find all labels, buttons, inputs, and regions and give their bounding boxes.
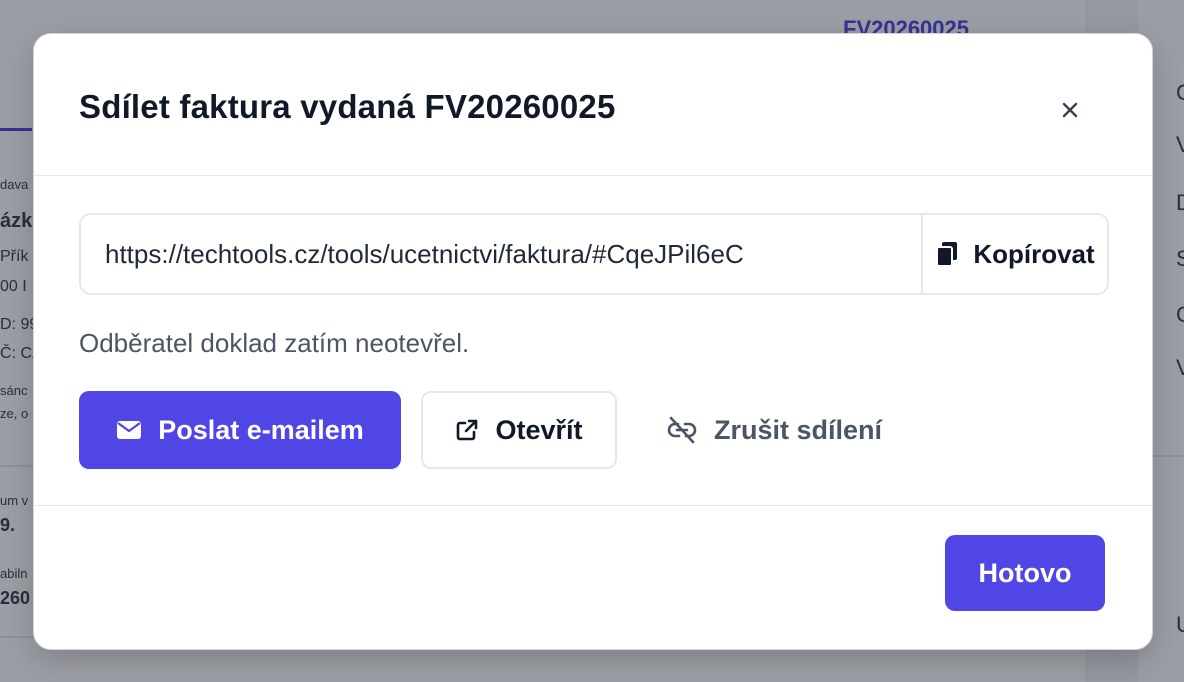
copy-button[interactable]: Kopírovat [921,215,1107,293]
open-button[interactable]: Otevřít [421,391,617,469]
done-button[interactable]: Hotovo [945,535,1105,611]
cancel-sharing-button[interactable]: Zrušit sdílení [666,391,882,469]
open-status-text: Odběratel doklad zatím neotevřel. [79,328,470,358]
copy-icon [936,242,958,267]
send-email-label: Poslat e-mailem [158,414,364,445]
done-label: Hotovo [978,557,1072,588]
close-button[interactable] [1052,92,1088,128]
copy-label: Kopírovat [973,238,1095,269]
share-link-group: Kopírovat [79,213,1109,295]
dialog-header: Sdílet faktura vydaná FV20260025 [34,34,1152,176]
share-link-input[interactable] [81,215,921,293]
external-link-icon [457,419,478,441]
unlink-icon [667,416,697,444]
envelope-icon [117,421,142,439]
cancel-sharing-label: Zrušit sdílení [714,414,883,445]
send-email-button[interactable]: Poslat e-mailem [79,391,401,469]
close-icon [1062,102,1078,118]
footer-divider [34,505,1152,506]
open-label: Otevřít [495,414,583,445]
dialog-title: Sdílet faktura vydaná FV20260025 [79,88,616,125]
share-dialog: Sdílet faktura vydaná FV20260025 Kopírov… [33,33,1153,650]
